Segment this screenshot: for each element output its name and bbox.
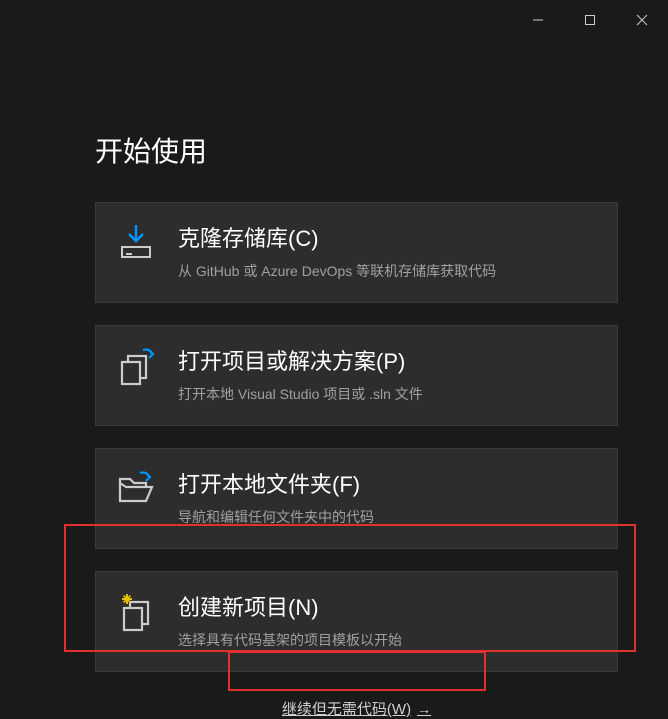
card-desc: 从 GitHub 或 Azure DevOps 等联机存储库获取代码	[178, 261, 597, 282]
folder-icon	[116, 469, 156, 509]
open-folder-card[interactable]: 打开本地文件夹(F) 导航和编辑任何文件夹中的代码	[95, 448, 618, 549]
continue-without-code-link[interactable]: 继续但无需代码(W) →	[282, 698, 431, 719]
clone-icon	[116, 223, 156, 263]
new-project-card[interactable]: 创建新项目(N) 选择具有代码基架的项目模板以开始	[95, 571, 618, 672]
maximize-icon	[584, 14, 596, 26]
minimize-button[interactable]	[512, 0, 564, 40]
titlebar	[0, 0, 668, 40]
card-title: 打开项目或解决方案(P)	[178, 344, 597, 376]
close-icon	[636, 14, 648, 26]
open-project-icon	[116, 346, 156, 386]
maximize-button[interactable]	[564, 0, 616, 40]
card-body: 打开本地文件夹(F) 导航和编辑任何文件夹中的代码	[178, 467, 597, 528]
skip-link-label: 继续但无需代码(W)	[282, 698, 411, 719]
card-body: 打开项目或解决方案(P) 打开本地 Visual Studio 项目或 .sln…	[178, 344, 597, 405]
arrow-right-icon: →	[417, 701, 431, 717]
open-project-card[interactable]: 打开项目或解决方案(P) 打开本地 Visual Studio 项目或 .sln…	[95, 325, 618, 426]
new-project-icon	[116, 592, 156, 632]
card-title: 创建新项目(N)	[178, 590, 597, 622]
card-desc: 选择具有代码基架的项目模板以开始	[178, 630, 597, 651]
skip-link-wrap: 继续但无需代码(W) →	[95, 698, 618, 719]
close-button[interactable]	[616, 0, 668, 40]
card-body: 克隆存储库(C) 从 GitHub 或 Azure DevOps 等联机存储库获…	[178, 221, 597, 282]
minimize-icon	[532, 14, 544, 26]
card-list: 克隆存储库(C) 从 GitHub 或 Azure DevOps 等联机存储库获…	[95, 202, 618, 672]
clone-repo-card[interactable]: 克隆存储库(C) 从 GitHub 或 Azure DevOps 等联机存储库获…	[95, 202, 618, 303]
page-title: 开始使用	[95, 130, 618, 170]
card-desc: 打开本地 Visual Studio 项目或 .sln 文件	[178, 384, 597, 405]
card-body: 创建新项目(N) 选择具有代码基架的项目模板以开始	[178, 590, 597, 651]
card-desc: 导航和编辑任何文件夹中的代码	[178, 507, 597, 528]
content-area: 开始使用 克隆存储库(C) 从 GitHub 或 Azure DevOps 等联…	[0, 40, 668, 719]
card-title: 打开本地文件夹(F)	[178, 467, 597, 499]
card-title: 克隆存储库(C)	[178, 221, 597, 253]
